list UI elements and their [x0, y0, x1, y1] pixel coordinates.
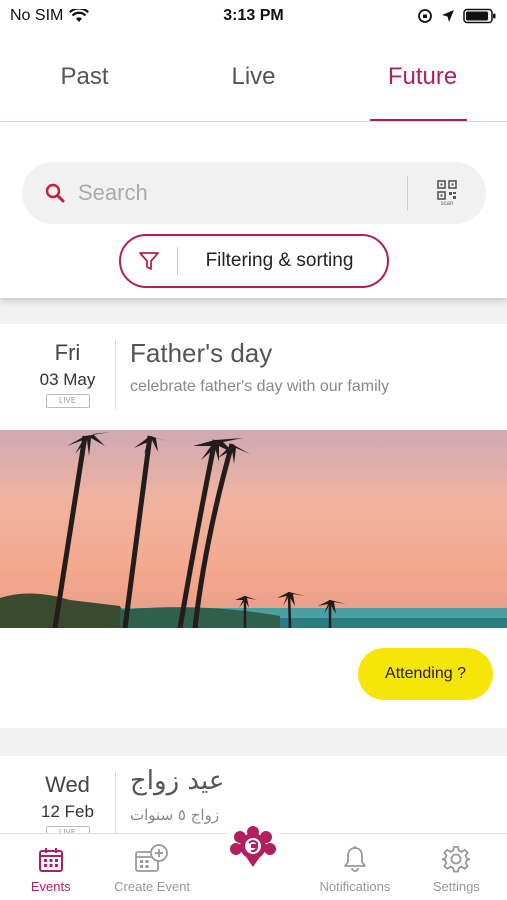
clock: 3:13 PM	[223, 7, 284, 24]
search-filter-panel: scan Filtering & sorting	[0, 122, 507, 298]
nav-settings-label: Settings	[432, 879, 480, 894]
nav-notifications[interactable]: Notifications	[304, 834, 405, 900]
event-description: celebrate father's day with our family	[130, 378, 390, 395]
event-date: Fri 03 May LIVE	[20, 340, 115, 408]
search-input[interactable]	[74, 162, 407, 224]
nav-notifications-label: Notifications	[319, 879, 391, 894]
app-logo-icon	[230, 826, 276, 867]
event-divider	[115, 340, 116, 410]
gear-icon	[442, 846, 471, 873]
tab-live[interactable]: Live	[169, 32, 338, 121]
event-day: Wed	[45, 772, 90, 797]
orientation-lock-icon	[418, 9, 432, 23]
nav-events[interactable]: Events	[0, 834, 101, 900]
attending-button[interactable]: Attending ?	[358, 648, 493, 700]
qr-scan-button[interactable]: scan	[408, 162, 486, 224]
event-date-label: 12 Feb	[41, 802, 94, 821]
search-icon[interactable]	[22, 162, 74, 224]
calendar-add-icon	[135, 844, 169, 872]
event-card[interactable]: Fri 03 May LIVE Father's day celebrate f…	[0, 324, 507, 728]
event-title: عيد زواج	[130, 766, 225, 796]
scan-label: scan	[440, 200, 454, 207]
qr-code-icon	[437, 179, 457, 200]
tab-past-label: Past	[60, 62, 109, 90]
calendar-icon	[38, 848, 63, 872]
status-bar: No SIM 3:13 PM	[0, 0, 507, 32]
event-date-label: 03 May	[39, 370, 96, 389]
filter-sort-label: Filtering & sorting	[205, 250, 354, 271]
tab-live-label: Live	[231, 62, 276, 90]
event-divider	[115, 772, 116, 836]
bell-icon	[344, 846, 366, 872]
tab-future[interactable]: Future	[338, 32, 507, 121]
live-badge: LIVE	[45, 394, 90, 408]
event-date: Wed 12 Feb LIVE	[20, 772, 115, 836]
event-image	[0, 430, 507, 628]
battery-icon	[463, 8, 496, 24]
nav-events-label: Events	[30, 879, 71, 894]
event-title: Father's day	[130, 338, 273, 368]
search-bar: scan	[22, 162, 486, 224]
carrier-label: No SIM	[10, 7, 64, 24]
wifi-icon	[69, 9, 90, 22]
event-tabs: Past Live Future	[0, 32, 507, 122]
event-description: زواج ٥ سنوات	[130, 806, 220, 824]
nav-create-event[interactable]: Create Event	[101, 834, 202, 900]
event-day: Fri	[54, 340, 81, 365]
nav-create-event-label: Create Event	[114, 879, 191, 894]
nav-settings[interactable]: Settings	[406, 834, 507, 900]
tab-future-label: Future	[387, 62, 458, 90]
tab-past[interactable]: Past	[0, 32, 169, 121]
filter-sort-button[interactable]: Filtering & sorting	[119, 234, 389, 288]
location-icon	[442, 10, 454, 22]
funnel-icon	[121, 236, 177, 286]
app-logo-button[interactable]	[224, 818, 282, 876]
